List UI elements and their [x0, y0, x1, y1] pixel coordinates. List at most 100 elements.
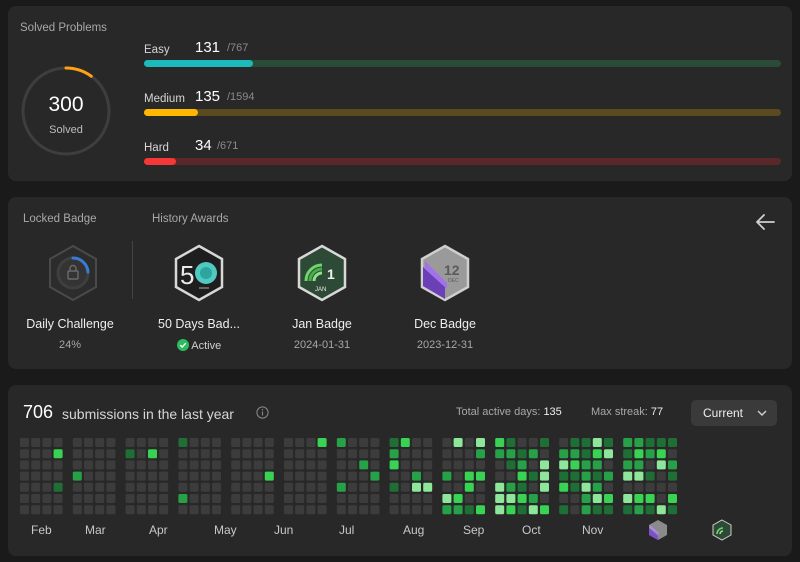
heatmap-cell[interactable] [125, 482, 135, 492]
heatmap-cell[interactable] [20, 460, 29, 470]
heatmap-cell[interactable] [623, 471, 633, 481]
heatmap-cell[interactable] [645, 494, 655, 503]
heatmap-cell[interactable] [284, 460, 293, 470]
heatmap-cell[interactable] [84, 505, 93, 515]
heatmap-cell[interactable] [581, 460, 591, 470]
heatmap-cell[interactable] [359, 505, 369, 515]
heatmap-cell[interactable] [125, 438, 135, 447]
heatmap-cell[interactable] [412, 471, 421, 481]
heatmap-cell[interactable] [400, 460, 410, 470]
heatmap-cell[interactable] [20, 438, 29, 447]
heatmap-cell[interactable] [559, 505, 569, 515]
heatmap-cell[interactable] [53, 449, 63, 459]
heatmap-cell[interactable] [159, 494, 169, 503]
heatmap-cell[interactable] [42, 460, 52, 470]
heatmap-cell[interactable] [284, 471, 293, 481]
heatmap-cell[interactable] [148, 482, 157, 492]
heatmap-cell[interactable] [178, 471, 188, 481]
heatmap-cell[interactable] [295, 471, 305, 481]
heatmap-cell[interactable] [84, 494, 93, 503]
heatmap-cell[interactable] [634, 505, 644, 515]
heatmap-cell[interactable] [540, 471, 549, 481]
heatmap-cell[interactable] [389, 482, 399, 492]
heatmap-cell[interactable] [412, 438, 421, 447]
heatmap-cell[interactable] [495, 438, 505, 447]
heatmap-cell[interactable] [136, 460, 146, 470]
heatmap-cell[interactable] [284, 449, 293, 459]
heatmap-cell[interactable] [253, 482, 263, 492]
heatmap-cell[interactable] [506, 505, 516, 515]
heatmap-cell[interactable] [95, 505, 105, 515]
heatmap-cell[interactable] [559, 438, 569, 447]
heatmap-cell[interactable] [200, 460, 210, 470]
heatmap-cell[interactable] [212, 471, 221, 481]
heatmap-cell[interactable] [495, 494, 505, 503]
heatmap-cell[interactable] [348, 460, 357, 470]
heatmap-cell[interactable] [423, 449, 433, 459]
heatmap-cell[interactable] [623, 460, 633, 470]
heatmap-cell[interactable] [528, 460, 538, 470]
heatmap-cell[interactable] [604, 460, 613, 470]
heatmap-cell[interactable] [159, 482, 169, 492]
heatmap-cell[interactable] [317, 449, 327, 459]
heatmap-cell[interactable] [20, 505, 29, 515]
heatmap-cell[interactable] [528, 482, 538, 492]
heatmap-cell[interactable] [634, 460, 644, 470]
heatmap-cell[interactable] [581, 505, 591, 515]
heatmap-cell[interactable] [106, 494, 116, 503]
heatmap-cell[interactable] [528, 494, 538, 503]
heatmap-cell[interactable] [253, 438, 263, 447]
heatmap-cell[interactable] [189, 449, 199, 459]
dec-badge-marker-icon[interactable] [648, 519, 668, 541]
heatmap-cell[interactable] [95, 438, 105, 447]
heatmap-cell[interactable] [106, 471, 116, 481]
heatmap-cell[interactable] [72, 460, 82, 470]
heatmap-cell[interactable] [528, 438, 538, 447]
heatmap-cell[interactable] [442, 471, 452, 481]
heatmap-cell[interactable] [317, 505, 327, 515]
heatmap-cell[interactable] [159, 449, 169, 459]
heatmap-cell[interactable] [400, 482, 410, 492]
heatmap-cell[interactable] [570, 438, 580, 447]
heatmap-cell[interactable] [442, 505, 452, 515]
heatmap-cell[interactable] [389, 494, 399, 503]
heatmap-cell[interactable] [159, 471, 169, 481]
heatmap-cell[interactable] [295, 505, 305, 515]
heatmap-cell[interactable] [42, 438, 52, 447]
heatmap-cell[interactable] [178, 482, 188, 492]
heatmap-cell[interactable] [412, 494, 421, 503]
heatmap-cell[interactable] [645, 438, 655, 447]
heatmap-cell[interactable] [668, 505, 677, 515]
heatmap-cell[interactable] [336, 471, 346, 481]
heatmap-cell[interactable] [453, 494, 463, 503]
heatmap-cell[interactable] [540, 505, 549, 515]
heatmap-cell[interactable] [400, 438, 410, 447]
heatmap-cell[interactable] [125, 449, 135, 459]
heatmap-cell[interactable] [592, 505, 602, 515]
heatmap-cell[interactable] [592, 471, 602, 481]
heatmap-cell[interactable] [389, 438, 399, 447]
heatmap-cell[interactable] [42, 494, 52, 503]
heatmap-cell[interactable] [106, 438, 116, 447]
heatmap-cell[interactable] [348, 505, 357, 515]
heatmap-cell[interactable] [106, 482, 116, 492]
heatmap-cell[interactable] [348, 471, 357, 481]
heatmap-cell[interactable] [106, 449, 116, 459]
heatmap-cell[interactable] [84, 471, 93, 481]
heatmap-cell[interactable] [106, 460, 116, 470]
heatmap-cell[interactable] [306, 482, 316, 492]
heatmap-cell[interactable] [476, 449, 485, 459]
heatmap-cell[interactable] [253, 449, 263, 459]
heatmap-cell[interactable] [634, 494, 644, 503]
heatmap-cell[interactable] [476, 482, 485, 492]
heatmap-cell[interactable] [359, 482, 369, 492]
heatmap-cell[interactable] [464, 471, 474, 481]
heatmap-cell[interactable] [306, 471, 316, 481]
heatmap-cell[interactable] [336, 482, 346, 492]
heatmap-cell[interactable] [540, 460, 549, 470]
heatmap-cell[interactable] [148, 438, 157, 447]
heatmap-cell[interactable] [31, 460, 41, 470]
heatmap-cell[interactable] [295, 438, 305, 447]
heatmap-cell[interactable] [306, 460, 316, 470]
heatmap-cell[interactable] [656, 505, 666, 515]
